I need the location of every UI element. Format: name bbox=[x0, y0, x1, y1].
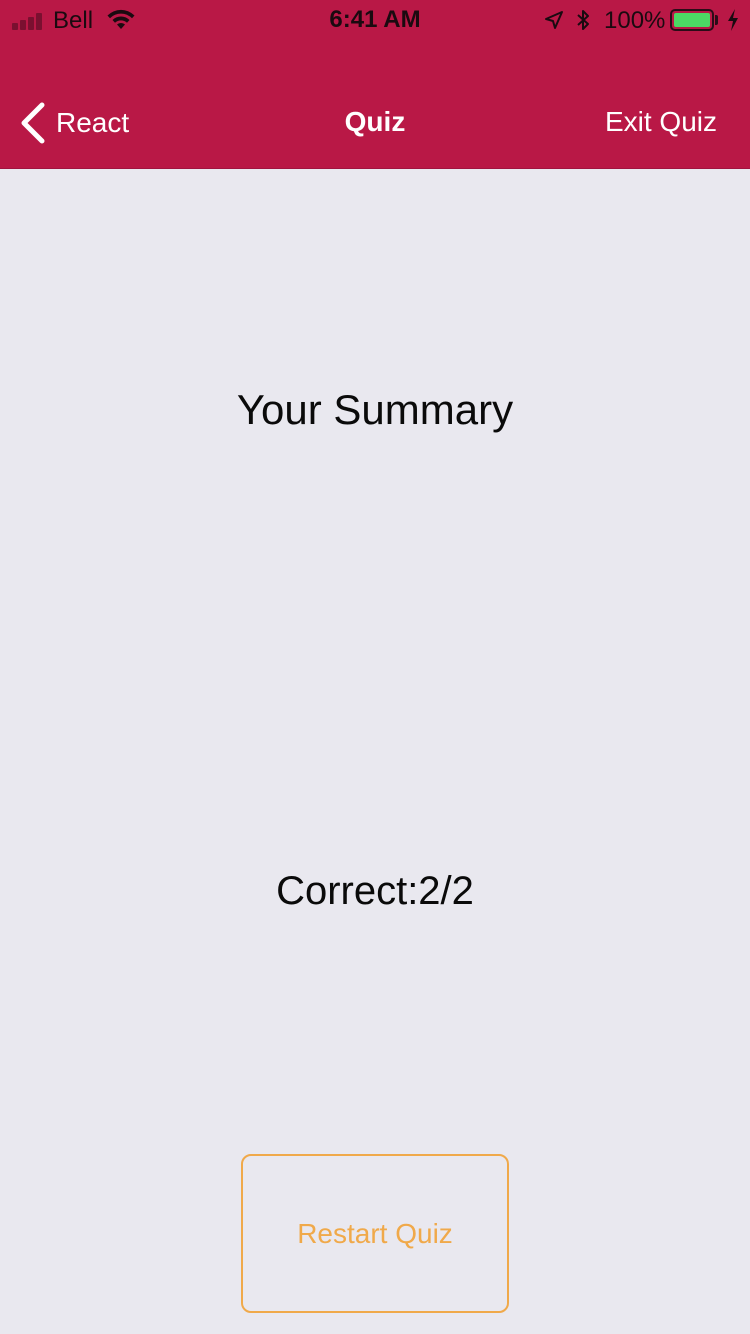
bluetooth-icon bbox=[577, 10, 589, 30]
location-icon bbox=[545, 11, 563, 29]
exit-quiz-button[interactable]: Exit Quiz bbox=[605, 106, 717, 138]
restart-quiz-button[interactable]: Restart Quiz bbox=[241, 1154, 509, 1313]
summary-heading: Your Summary bbox=[236, 386, 514, 433]
battery-icon bbox=[670, 9, 714, 31]
battery-tip bbox=[715, 15, 718, 25]
chevron-left-icon bbox=[21, 102, 45, 144]
restart-quiz-label: Restart Quiz bbox=[297, 1217, 453, 1249]
charging-bolt-icon bbox=[728, 9, 738, 31]
back-button[interactable]: React bbox=[18, 100, 129, 146]
score-text: Correct:2/2 bbox=[276, 869, 474, 913]
quiz-summary-screen: Bell 6:41 AM 100% React Quiz Exit Quiz Y… bbox=[0, 0, 750, 1334]
navigation-header: Bell 6:41 AM 100% React Quiz Exit Quiz bbox=[0, 0, 750, 169]
status-bar: Bell 6:41 AM 100% bbox=[0, 0, 750, 40]
battery-percent: 100% bbox=[604, 7, 666, 34]
back-button-label: React bbox=[56, 107, 130, 138]
